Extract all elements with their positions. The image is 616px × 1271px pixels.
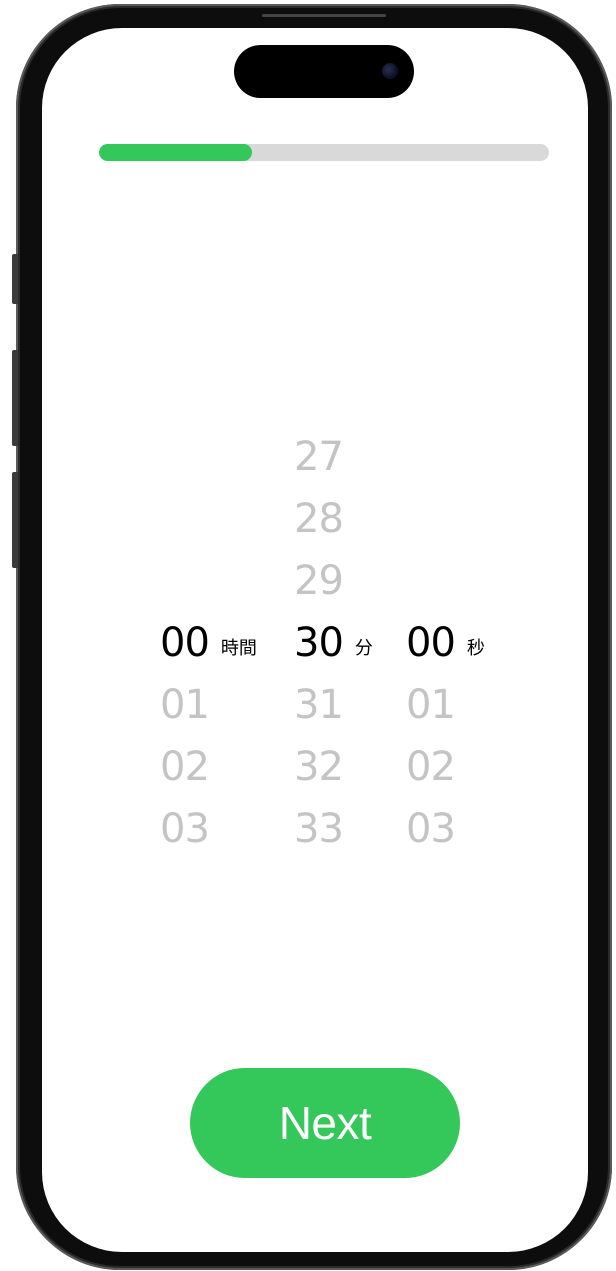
hours-option-value: 02 <box>160 744 210 790</box>
minutes-selected-row[interactable]: 30 分 <box>294 612 373 674</box>
minutes-unit-label: 分 <box>354 638 373 659</box>
hours-option[interactable]: 01 <box>160 674 257 736</box>
hours-option[interactable]: 03 <box>160 798 257 860</box>
minutes-option-value: 28 <box>294 496 344 542</box>
minutes-option[interactable]: 27 <box>294 426 373 488</box>
phone-screen: 00 時間 01 02 03 27 28 29 30 分 31 32 33 00… <box>42 28 588 1252</box>
seconds-option[interactable]: 03 <box>406 798 485 860</box>
seconds-option[interactable]: 01 <box>406 674 485 736</box>
hours-option-value: 03 <box>160 806 210 852</box>
hours-selected-value: 00 <box>160 620 210 666</box>
silent-switch <box>12 254 18 304</box>
speaker-grille <box>262 14 386 17</box>
minutes-option-value: 32 <box>294 744 344 790</box>
seconds-option[interactable]: 02 <box>406 736 485 798</box>
minutes-option[interactable]: 33 <box>294 798 373 860</box>
seconds-option-value: 03 <box>406 806 456 852</box>
minutes-option[interactable]: 28 <box>294 488 373 550</box>
minutes-option-value: 27 <box>294 434 344 480</box>
hours-option-value: 01 <box>160 682 210 728</box>
device-canvas: 00 時間 01 02 03 27 28 29 30 分 31 32 33 00… <box>0 0 616 1271</box>
minutes-selected-value: 30 <box>294 620 344 666</box>
volume-down-button <box>12 472 18 568</box>
hours-option[interactable]: 02 <box>160 736 257 798</box>
minutes-wheel[interactable]: 27 28 29 30 分 31 32 33 <box>294 426 373 860</box>
minutes-option-value: 33 <box>294 806 344 852</box>
minutes-option-value: 29 <box>294 558 344 604</box>
minutes-option[interactable]: 29 <box>294 550 373 612</box>
minutes-option[interactable]: 32 <box>294 736 373 798</box>
seconds-selected-row[interactable]: 00 秒 <box>406 612 485 674</box>
hours-wheel[interactable]: 00 時間 01 02 03 <box>160 426 257 860</box>
hours-selected-row[interactable]: 00 時間 <box>160 612 257 674</box>
seconds-wheel[interactable]: 00 秒 01 02 03 <box>406 426 485 860</box>
seconds-option-value: 02 <box>406 744 456 790</box>
seconds-option-value: 01 <box>406 682 456 728</box>
volume-up-button <box>12 350 18 446</box>
minutes-option[interactable]: 31 <box>294 674 373 736</box>
minutes-option-value: 31 <box>294 682 344 728</box>
hours-unit-label: 時間 <box>220 638 257 659</box>
seconds-unit-label: 秒 <box>466 638 485 659</box>
seconds-selected-value: 00 <box>406 620 456 666</box>
next-button[interactable]: Next <box>190 1068 460 1178</box>
